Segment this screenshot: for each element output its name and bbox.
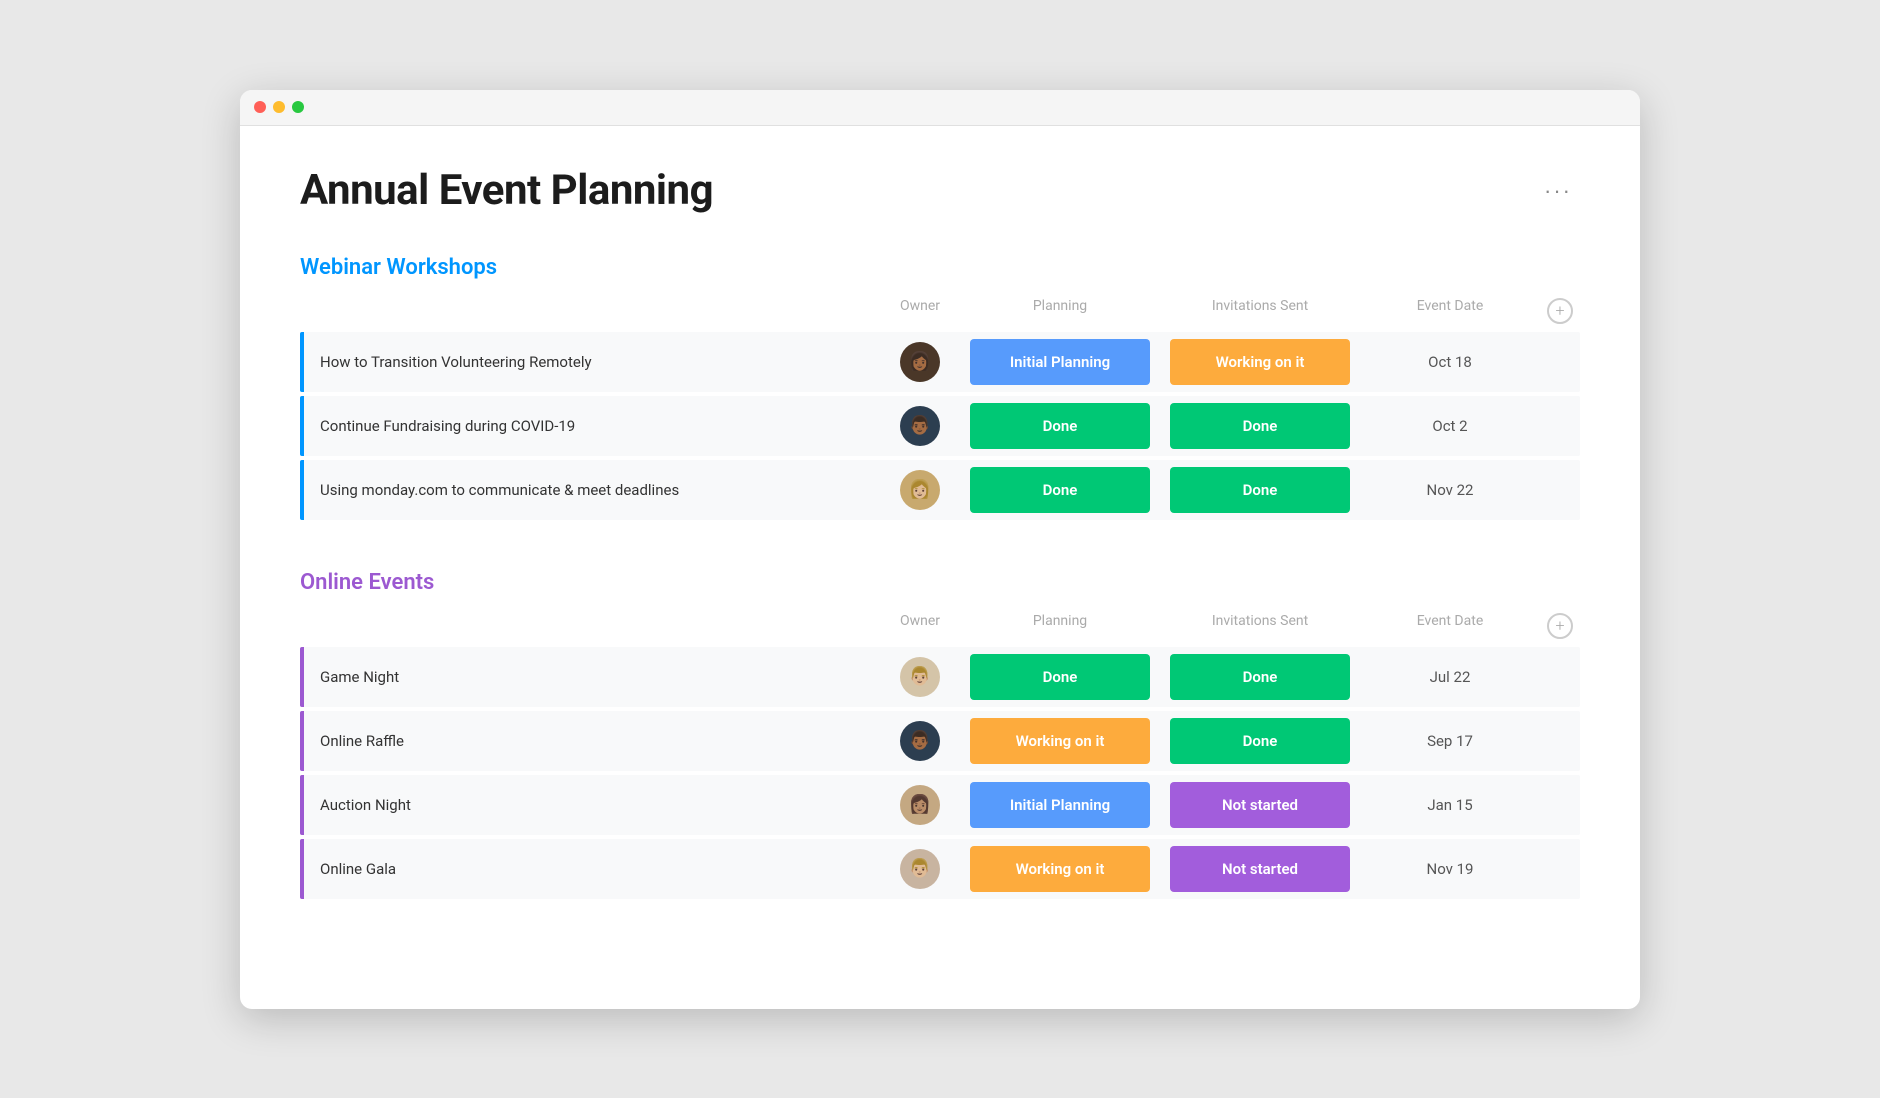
- row-name: Game Night: [304, 668, 880, 686]
- status-badge[interactable]: Done: [1170, 403, 1350, 449]
- planning-cell: Done: [960, 463, 1160, 517]
- webinar-header-eventdate: Event Date: [1360, 298, 1540, 324]
- status-badge[interactable]: Working on it: [970, 846, 1150, 892]
- maximize-dot[interactable]: [292, 101, 304, 113]
- online-section: Online Events Owner Planning Invitations…: [300, 570, 1580, 899]
- webinar-header-name: [308, 298, 880, 324]
- page-title: Annual Event Planning: [300, 166, 713, 215]
- title-bar: [240, 90, 1640, 126]
- online-table: Owner Planning Invitations Sent Event Da…: [300, 613, 1580, 899]
- row-owner: 👩🏽: [880, 785, 960, 825]
- status-badge[interactable]: Done: [1170, 718, 1350, 764]
- avatar: 👨🏼: [900, 657, 940, 697]
- webinar-section-title: Webinar Workshops: [300, 255, 1580, 280]
- row-name: How to Transition Volunteering Remotely: [304, 353, 880, 371]
- invitations-cell: Done: [1160, 650, 1360, 704]
- table-row: Online Raffle 👨🏾 Working on it Done Sep …: [300, 711, 1580, 771]
- status-badge[interactable]: Done: [1170, 467, 1350, 513]
- status-badge[interactable]: Done: [970, 654, 1150, 700]
- status-badge[interactable]: Done: [970, 467, 1150, 513]
- table-row: Continue Fundraising during COVID-19 👨🏾 …: [300, 396, 1580, 456]
- planning-cell: Initial Planning: [960, 335, 1160, 389]
- close-dot[interactable]: [254, 101, 266, 113]
- avatar: 👩🏼: [900, 470, 940, 510]
- online-add-column-button[interactable]: +: [1547, 613, 1573, 639]
- status-badge[interactable]: Not started: [1170, 846, 1350, 892]
- app-window: Annual Event Planning ··· Webinar Worksh…: [240, 90, 1640, 1009]
- online-header-eventdate: Event Date: [1360, 613, 1540, 639]
- table-row: Using monday.com to communicate & meet d…: [300, 460, 1580, 520]
- avatar: 👩🏽: [900, 785, 940, 825]
- online-header-invitations: Invitations Sent: [1160, 613, 1360, 639]
- status-badge[interactable]: Not started: [1170, 782, 1350, 828]
- row-name: Continue Fundraising during COVID-19: [304, 417, 880, 435]
- planning-cell: Done: [960, 650, 1160, 704]
- row-name: Auction Night: [304, 796, 880, 814]
- date-cell: Sep 17: [1360, 732, 1540, 750]
- status-badge[interactable]: Initial Planning: [970, 782, 1150, 828]
- invitations-cell: Not started: [1160, 778, 1360, 832]
- row-name: Online Raffle: [304, 732, 880, 750]
- webinar-header-invitations: Invitations Sent: [1160, 298, 1360, 324]
- avatar: 👩🏾: [900, 342, 940, 382]
- online-header-owner: Owner: [880, 613, 960, 639]
- page-header: Annual Event Planning ···: [300, 166, 1580, 215]
- invitations-cell: Done: [1160, 714, 1360, 768]
- invitations-cell: Done: [1160, 463, 1360, 517]
- status-badge[interactable]: Working on it: [1170, 339, 1350, 385]
- invitations-cell: Not started: [1160, 842, 1360, 896]
- avatar: 👨🏼: [900, 849, 940, 889]
- online-header-name: [308, 613, 880, 639]
- row-owner: 👨🏾: [880, 721, 960, 761]
- date-cell: Oct 2: [1360, 417, 1540, 435]
- online-table-header: Owner Planning Invitations Sent Event Da…: [300, 613, 1580, 647]
- date-cell: Nov 19: [1360, 860, 1540, 878]
- row-owner: 👩🏾: [880, 342, 960, 382]
- status-badge[interactable]: Initial Planning: [970, 339, 1150, 385]
- webinar-table: Owner Planning Invitations Sent Event Da…: [300, 298, 1580, 520]
- online-header-planning: Planning: [960, 613, 1160, 639]
- webinar-header-owner: Owner: [880, 298, 960, 324]
- row-owner: 👨🏼: [880, 657, 960, 697]
- avatar: 👨🏾: [900, 721, 940, 761]
- row-owner: 👨🏾: [880, 406, 960, 446]
- planning-cell: Working on it: [960, 714, 1160, 768]
- row-name: Online Gala: [304, 860, 880, 878]
- planning-cell: Working on it: [960, 842, 1160, 896]
- invitations-cell: Done: [1160, 399, 1360, 453]
- online-section-title: Online Events: [300, 570, 1580, 595]
- status-badge[interactable]: Done: [1170, 654, 1350, 700]
- row-name: Using monday.com to communicate & meet d…: [304, 481, 880, 499]
- date-cell: Oct 18: [1360, 353, 1540, 371]
- webinar-section: Webinar Workshops Owner Planning Invitat…: [300, 255, 1580, 520]
- table-row: Online Gala 👨🏼 Working on it Not started…: [300, 839, 1580, 899]
- status-badge[interactable]: Working on it: [970, 718, 1150, 764]
- row-owner: 👩🏼: [880, 470, 960, 510]
- date-cell: Jan 15: [1360, 796, 1540, 814]
- table-row: How to Transition Volunteering Remotely …: [300, 332, 1580, 392]
- row-owner: 👨🏼: [880, 849, 960, 889]
- invitations-cell: Working on it: [1160, 335, 1360, 389]
- more-options-button[interactable]: ···: [1536, 174, 1580, 208]
- planning-cell: Initial Planning: [960, 778, 1160, 832]
- table-row: Game Night 👨🏼 Done Done Jul 22: [300, 647, 1580, 707]
- planning-cell: Done: [960, 399, 1160, 453]
- webinar-table-header: Owner Planning Invitations Sent Event Da…: [300, 298, 1580, 332]
- table-row: Auction Night 👩🏽 Initial Planning Not st…: [300, 775, 1580, 835]
- main-content: Annual Event Planning ··· Webinar Worksh…: [240, 126, 1640, 1009]
- date-cell: Nov 22: [1360, 481, 1540, 499]
- status-badge[interactable]: Done: [970, 403, 1150, 449]
- minimize-dot[interactable]: [273, 101, 285, 113]
- date-cell: Jul 22: [1360, 668, 1540, 686]
- webinar-header-planning: Planning: [960, 298, 1160, 324]
- avatar: 👨🏾: [900, 406, 940, 446]
- webinar-add-column-button[interactable]: +: [1547, 298, 1573, 324]
